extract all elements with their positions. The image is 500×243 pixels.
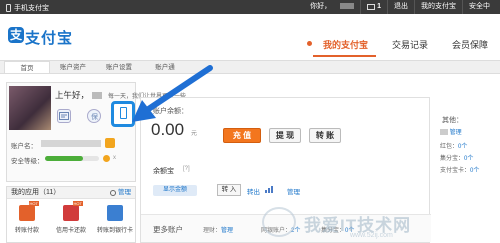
phone-icon bbox=[120, 107, 127, 119]
hot-badge: HOT bbox=[28, 201, 39, 206]
top-bar: 手机支付宝 你好， 1 退出 我的支付宝 安全中 bbox=[0, 0, 500, 14]
nav-my-alipay-label: 我的支付宝 bbox=[322, 40, 368, 50]
username-blur bbox=[340, 3, 355, 10]
mobile-alipay-link[interactable]: 手机支付宝 bbox=[6, 3, 49, 13]
tab-account-link[interactable]: 账户通 bbox=[142, 61, 188, 73]
more-item[interactable]: 理财：管理 bbox=[203, 225, 233, 234]
message-count: 1 bbox=[377, 3, 381, 10]
sub-nav: 首页 账户资产 账户设置 账户通 bbox=[0, 60, 500, 74]
alipay-logo[interactable]: 支 支付宝 bbox=[8, 20, 74, 48]
gear-icon bbox=[110, 190, 116, 196]
alipay-logo-icon: 支 bbox=[8, 27, 24, 43]
balance-unit: 元 bbox=[191, 131, 198, 137]
transfer-button[interactable]: 转 账 bbox=[309, 128, 341, 143]
side-row: 管理 bbox=[440, 127, 462, 136]
logout-link[interactable]: 退出 bbox=[387, 0, 414, 14]
account-name-blur bbox=[41, 140, 101, 147]
account-name-label: 账户名： bbox=[11, 143, 37, 150]
mobile-icon bbox=[6, 4, 11, 12]
main-nav: 我的支付宝 交易记录 会员保障 bbox=[305, 38, 500, 57]
mobile-alipay-label: 手机支付宝 bbox=[14, 5, 49, 12]
transfer-in-button[interactable]: 转 入 bbox=[217, 184, 241, 196]
apps-manage-button[interactable]: 管理 bbox=[110, 187, 131, 199]
message-icon bbox=[367, 4, 376, 10]
side-link[interactable]: 0个 bbox=[458, 144, 467, 150]
app-credit-card[interactable]: HOT 信用卡还款 bbox=[53, 201, 89, 234]
security-level-bar bbox=[45, 156, 99, 161]
nav-active-underline bbox=[312, 55, 376, 57]
app-transfer[interactable]: HOT 转账付款 bbox=[9, 201, 45, 234]
side-row: 红包：0个 bbox=[440, 144, 468, 150]
bank-card-icon bbox=[107, 205, 123, 221]
nav-transactions[interactable]: 交易记录 bbox=[380, 38, 440, 51]
hot-badge: HOT bbox=[72, 201, 83, 206]
svg-text:保: 保 bbox=[91, 112, 98, 120]
side-row: 集分宝：0个 bbox=[440, 156, 474, 162]
tab-settings[interactable]: 账户设置 bbox=[96, 61, 142, 73]
security-level-fill bbox=[45, 156, 83, 161]
tab-assets[interactable]: 账户资产 bbox=[50, 61, 96, 73]
other-title: 其他： bbox=[442, 117, 463, 124]
protection-icon[interactable]: 保 bbox=[87, 109, 101, 123]
watermark-url: www.52ij.com bbox=[350, 232, 393, 239]
recharge-button[interactable]: 充 值 bbox=[223, 128, 261, 143]
yuebao-manage-link[interactable]: 管理 bbox=[287, 186, 300, 196]
more-accounts-title: 更多账户 bbox=[153, 225, 183, 234]
security-status-icon[interactable] bbox=[103, 155, 110, 162]
show-amount-button[interactable]: 显示金额 bbox=[153, 185, 197, 196]
app-label: 转账付款 bbox=[14, 228, 39, 234]
apps-manage-label: 管理 bbox=[118, 189, 131, 196]
name-blur bbox=[92, 92, 103, 100]
my-apps-header: 我的应用（11） 管理 bbox=[7, 187, 135, 199]
app-bank-transfer[interactable]: 转账到银行卡 bbox=[97, 205, 133, 234]
side-link[interactable]: 0个 bbox=[470, 168, 479, 174]
tab-home[interactable]: 首页 bbox=[4, 61, 50, 73]
my-apps-panel: 我的应用（11） 管理 HOT 转账付款 HOT 信用卡还款 转账到银行卡 bbox=[6, 186, 136, 243]
nav-my-alipay[interactable]: 我的支付宝 bbox=[305, 38, 380, 57]
chart-icon[interactable] bbox=[265, 186, 273, 193]
security-level-label: 安全等级： bbox=[11, 158, 44, 165]
mobile-binding-icon[interactable] bbox=[111, 101, 135, 127]
side-link[interactable]: 0个 bbox=[464, 156, 473, 162]
greeting-text: 你好， bbox=[298, 0, 360, 14]
balance-label: 账户余额： bbox=[153, 108, 188, 115]
avatar[interactable] bbox=[9, 86, 51, 130]
transfer-icon: HOT bbox=[19, 201, 39, 221]
alipay-logo-text: 支付宝 bbox=[25, 30, 74, 47]
id-card-icon[interactable] bbox=[57, 109, 71, 123]
watermark: 我爱IT技术网 www.52ij.com bbox=[258, 203, 498, 243]
watermark-logo-icon bbox=[262, 207, 296, 237]
account-badge-icon[interactable] bbox=[105, 138, 115, 148]
transfer-out-link[interactable]: 转出 bbox=[247, 186, 260, 196]
profile-panel: 上午好，每一天，我们让世界更近一些 保 账户名： 安全等级： x bbox=[6, 82, 186, 182]
credit-card-icon: HOT bbox=[63, 201, 83, 221]
security-center-link[interactable]: 安全中 bbox=[462, 0, 496, 14]
yuebao-label: 余额宝 bbox=[153, 168, 174, 175]
withdraw-button[interactable]: 提 现 bbox=[269, 128, 301, 143]
side-manage-link[interactable]: 管理 bbox=[450, 130, 462, 136]
side-row: 支付宝卡：0个 bbox=[440, 168, 480, 174]
my-apps-title: 我的应用（11） bbox=[11, 189, 61, 196]
yuebao-help[interactable]: [?] bbox=[183, 166, 190, 172]
security-close-icon[interactable]: x bbox=[113, 155, 116, 161]
message-button[interactable]: 1 bbox=[360, 0, 387, 14]
my-alipay-link[interactable]: 我的支付宝 bbox=[414, 0, 462, 14]
app-label: 转账到银行卡 bbox=[97, 228, 134, 234]
greeting-label: 上午好， bbox=[55, 90, 90, 100]
nav-active-dot bbox=[306, 41, 312, 46]
balance-value: 0.00 bbox=[151, 120, 185, 139]
nav-member-protection[interactable]: 会员保障 bbox=[440, 38, 500, 51]
app-label: 信用卡还款 bbox=[55, 228, 86, 234]
